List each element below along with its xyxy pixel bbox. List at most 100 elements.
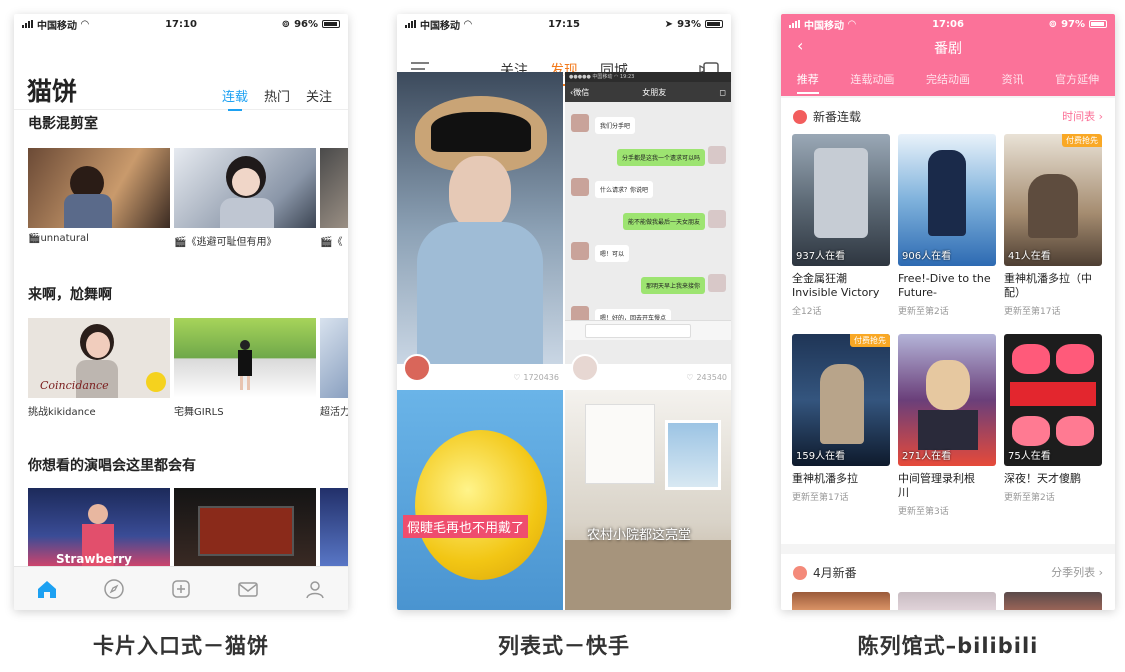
clapper-icon: 🎬: [28, 233, 41, 244]
tomato-icon: [793, 109, 807, 124]
avatar: [708, 274, 726, 292]
maobing-phone: 中国移动 ◠ 17:10 ⊚ 96% 猫饼 连载 热门 关注 电影混剪室 🎬un…: [14, 14, 348, 610]
video-card[interactable]: 超活力: [320, 318, 348, 418]
battery-percent: 96%: [294, 18, 318, 30]
card-overlay-text: Strawberry: [56, 552, 132, 566]
profile-icon[interactable]: [304, 578, 326, 600]
status-time: 17:06: [932, 18, 964, 30]
battery-percent: 93%: [677, 18, 701, 30]
episode-status: 更新至第3话: [898, 507, 949, 517]
section-title: 你想看的演唱会这里都会有: [28, 458, 196, 474]
avatar: [571, 178, 589, 196]
watch-count: 159人在看: [796, 451, 846, 462]
april-anime-panel: 4月新番 分季列表 ›: [781, 554, 1115, 610]
tab-news[interactable]: 资讯: [1002, 71, 1024, 87]
watch-count: 906人在看: [902, 251, 952, 262]
tab-recommend[interactable]: 推荐: [796, 71, 819, 94]
card-label: 挑战kikidance: [28, 407, 96, 418]
tab-hot[interactable]: 热门: [264, 86, 290, 105]
card-label: 超活力: [320, 407, 348, 418]
home-icon[interactable]: [36, 578, 58, 600]
tab-follow[interactable]: 关注: [306, 86, 332, 105]
signal-icon: [789, 20, 800, 28]
anime-title[interactable]: 中间管理录利根川: [898, 472, 978, 500]
section-header: 新番连载: [793, 108, 861, 125]
video-card[interactable]: Strawberry: [28, 488, 170, 568]
anime-title[interactable]: 深夜！天才傻鹏: [1004, 472, 1104, 486]
plus-icon[interactable]: [170, 578, 192, 600]
comparison-stage: 中国移动 ◠ 17:10 ⊚ 96% 猫饼 连载 热门 关注 电影混剪室 🎬un…: [0, 0, 1125, 672]
person-icon: ◻: [719, 87, 726, 97]
anime-poster[interactable]: 75人在看: [1004, 334, 1102, 466]
chat-message: 什么请求？你说吧: [595, 181, 654, 198]
battery-icon: [322, 20, 340, 28]
status-time: 17:15: [548, 18, 580, 30]
card-row: 🎬unnatural 🎬《逃避可耻但有用》 🎬《: [28, 148, 348, 248]
wifi-icon: ◠: [848, 18, 856, 30]
video-card[interactable]: Coincidance 挑战kikidance: [28, 318, 170, 418]
anime-poster[interactable]: [1004, 592, 1102, 610]
video-card[interactable]: 宅舞GIRLS: [174, 318, 316, 418]
anime-title[interactable]: 重神机潘多拉（中配）: [1004, 272, 1104, 300]
anime-title[interactable]: Free!-Dive to the Future-: [898, 272, 998, 300]
tile-footer: ♡ 1720436: [397, 354, 563, 388]
status-bar: 中国移动 ◠ 17:06 ⊚ 97%: [781, 14, 1115, 34]
video-card[interactable]: [320, 488, 348, 568]
watch-count: 937人在看: [796, 251, 846, 262]
header-tabs: 连载 热门 关注: [222, 86, 332, 111]
status-bar: 中国移动 ◠ 17:15 ➤ 93%: [397, 14, 731, 34]
heart-icon: ♡: [513, 373, 521, 382]
season-list-link[interactable]: 分季列表 ›: [1051, 564, 1103, 580]
clapper-icon: 🎬: [320, 237, 333, 248]
avatar: [708, 146, 726, 164]
video-card[interactable]: [174, 488, 316, 568]
video-card[interactable]: 🎬《: [320, 148, 348, 248]
card-overlay-text: Coincidance: [40, 379, 109, 392]
anime-poster[interactable]: [898, 592, 996, 610]
wifi-icon: ◠: [81, 18, 89, 30]
video-tile[interactable]: 假睫毛再也不用戴了: [397, 390, 563, 610]
video-thumbnail: [174, 488, 316, 568]
anime-poster[interactable]: 271人在看: [898, 334, 996, 466]
watch-count: 271人在看: [902, 451, 952, 462]
lock-rotation-icon: ⊚: [1048, 18, 1058, 30]
avatar[interactable]: [403, 354, 431, 382]
anime-poster[interactable]: [792, 592, 890, 610]
carrier-label: 中国移动: [37, 20, 77, 32]
episode-status: 更新至第2话: [1004, 493, 1055, 503]
chat-message: 分手都是这我一个遗求可以吗: [616, 149, 705, 166]
avatar: [571, 242, 589, 260]
anime-poster[interactable]: 付费抢先 159人在看: [792, 334, 890, 466]
anime-poster[interactable]: 付费抢先 41人在看: [1004, 134, 1102, 266]
tab-serial-anime[interactable]: 连载动画: [850, 71, 894, 87]
header-tabs: 推荐 连载动画 完结动画 资讯 官方延伸: [781, 71, 1115, 94]
anime-title[interactable]: 全金属狂潮 Invisible Victory: [792, 272, 892, 300]
card-label: 《逃避可耻但有用》: [186, 237, 277, 248]
new-anime-panel: 新番连载 时间表 › 937人在看 906人在看 付费抢先 41人在看 全金属狂…: [781, 98, 1115, 544]
card-row: Coincidance 挑战kikidance 宅舞GIRLS 超活力: [28, 318, 348, 418]
bilibili-phone: 中国移动 ◠ 17:06 ⊚ 97% ‹ 番剧 推荐 连载动画 完结动画 资讯 …: [781, 14, 1115, 610]
video-thumbnail: [320, 148, 348, 228]
anime-poster[interactable]: 937人在看: [792, 134, 890, 266]
flower-icon: [793, 565, 807, 580]
battery-icon: [705, 20, 723, 28]
timetable-link[interactable]: 时间表 ›: [1062, 108, 1103, 124]
wifi-icon: ◠: [464, 18, 472, 30]
tab-finished-anime[interactable]: 完结动画: [926, 71, 970, 87]
video-tile[interactable]: ●●●●● 中国移动 ◠ 19:23 ‹微信 女朋友 ◻ 我们分手吧 分手都是这…: [565, 72, 731, 388]
signal-icon: [405, 20, 416, 28]
video-tile[interactable]: 农村小院都这亮堂: [565, 390, 731, 610]
anime-poster[interactable]: 906人在看: [898, 134, 996, 266]
tab-official-extension[interactable]: 官方延伸: [1055, 71, 1099, 87]
video-tile[interactable]: ♡ 1720436: [397, 72, 563, 388]
video-card[interactable]: 🎬unnatural: [28, 148, 170, 248]
kuaishou-phone: 中国移动 ◠ 17:15 ➤ 93% 关注 发现 同城 ♡ 1720436 ●●…: [397, 14, 731, 610]
watch-count: 41人在看: [1008, 251, 1051, 262]
mail-icon[interactable]: [237, 578, 259, 600]
anime-title[interactable]: 重神机潘多拉: [792, 472, 892, 486]
chat-message: 能不能做我最后一天女朋友: [622, 213, 705, 230]
compass-icon[interactable]: [103, 578, 125, 600]
avatar[interactable]: [571, 354, 599, 382]
tab-serial[interactable]: 连载: [222, 86, 248, 111]
video-card[interactable]: 🎬《逃避可耻但有用》: [174, 148, 316, 248]
